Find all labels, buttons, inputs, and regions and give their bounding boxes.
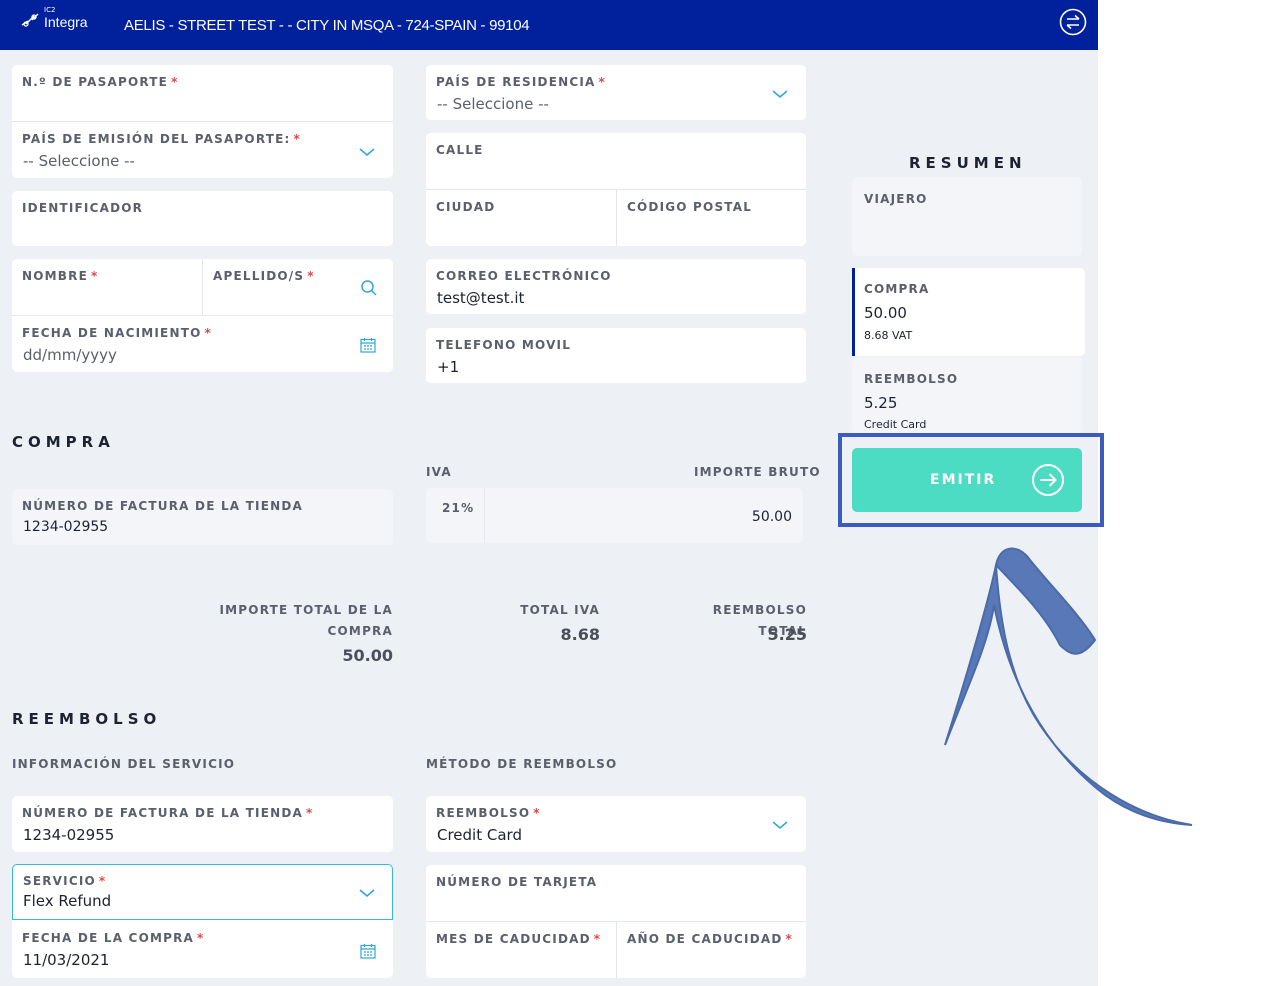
calendar-icon[interactable] [360,337,376,353]
card-details-card: NÚMERO DE TARJETA MES DE CADUCIDAD * AÑO … [426,865,806,978]
expiry-month-field[interactable]: MES DE CADUCIDAD * [426,922,616,978]
residence-country-select[interactable]: PAÍS DE RESIDENCIA * -- Seleccione -- [426,65,806,120]
chevron-down-icon [772,821,788,830]
summary-refund-method: Credit Card [864,418,927,431]
passport-card: N.º DE PASAPORTE * PAÍS DE EMISIÓN DEL PA… [12,65,393,178]
purchase-date-field[interactable]: FECHA DE LA COMPRA * 11/03/2021 [12,921,393,978]
logo-small-text: IC2 [44,6,56,14]
gross-amount-input[interactable]: 50.00 [485,488,803,543]
chevron-down-icon [772,90,788,99]
identifier-field[interactable]: IDENTIFICADOR [12,191,393,246]
refund-invoice-value: 1234-02955 [23,826,115,844]
city-field[interactable]: CIUDAD [426,190,616,246]
summary-refund-value: 5.25 [864,394,898,412]
card-number-label: NÚMERO DE TARJETA [436,875,598,889]
logo-name: Integra [44,14,88,30]
chevron-down-icon [359,148,375,157]
email-field[interactable]: CORREO ELECTRÓNICO test@test.it [426,259,806,314]
passport-number-label: N.º DE PASAPORTE * [22,75,179,89]
summary-purchase-vat: 8.68 VAT [864,329,913,342]
issuing-country-label: PAÍS DE EMISIÓN DEL PASAPORTE: * [22,132,301,146]
compra-invoice-label: NÚMERO DE FACTURA DE LA TIENDA [22,499,304,513]
total-purchase-label: IMPORTE TOTAL DE LA COMPRA [219,603,393,638]
chevron-down-icon [359,889,375,898]
name-card: NOMBRE * APELLIDO/S * FECHA DE NACIMIENTO *… [12,259,393,372]
surname-label: APELLIDO/S * [213,269,315,283]
compra-section-title: COMPRA [12,433,115,451]
address-card: CALLE CIUDAD CÓDIGO POSTAL [426,133,806,246]
phone-field[interactable]: TELEFONO MOVIL +1 [426,328,806,383]
email-label: CORREO ELECTRÓNICO [436,269,612,283]
total-refund-value: 5.25 [767,625,807,644]
street-label: CALLE [436,143,484,157]
logo-icon [21,13,39,27]
curved-arrow-annotation [944,547,1193,826]
total-iva-label: TOTAL IVA [520,603,600,617]
phone-value: +1 [437,358,460,376]
top-bar: IC2 Integra AELIS - STREET TEST - - CITY… [0,0,1098,50]
refund-invoice-label: NÚMERO DE FACTURA DE LA TIENDA * [22,806,314,820]
iva-rate-value: 21% [442,501,475,515]
service-card: SERVICIO * Flex Refund FECHA DE LA COMPRA… [12,864,393,978]
email-value: test@test.it [437,289,525,307]
refund-method-select[interactable]: REEMBOLSO * Credit Card [426,796,806,852]
refund-method-value: Credit Card [437,826,522,844]
page-title: AELIS - STREET TEST - - CITY IN MSQA - 7… [124,17,530,34]
service-select[interactable]: SERVICIO * Flex Refund [12,864,393,920]
card-number-field[interactable]: NÚMERO DE TARJETA [426,865,806,921]
residence-value: -- Seleccione -- [437,95,549,113]
logo: IC2 Integra [20,6,100,36]
first-name-field[interactable]: NOMBRE * [12,259,202,315]
gross-amount-column-header: IMPORTE BRUTO [694,465,821,479]
expiry-year-field[interactable]: AÑO DE CADUCIDAD * [617,922,806,978]
birthdate-placeholder: dd/mm/yyyy [23,346,117,364]
refund-method-title: MÉTODO DE REEMBOLSO [426,757,618,771]
compra-line-row: 21% 50.00 [426,488,803,543]
identifier-label: IDENTIFICADOR [22,201,144,215]
reembolso-section-title: REEMBOLSO [12,710,162,728]
birthdate-field[interactable]: FECHA DE NACIMIENTO * dd/mm/yyyy [12,316,393,372]
purchase-date-label: FECHA DE LA COMPRA * [22,931,205,945]
refund-method-label: REEMBOLSO * [436,806,541,820]
refund-invoice-field[interactable]: NÚMERO DE FACTURA DE LA TIENDA * 1234-029… [12,796,393,852]
summary-refund-label: REEMBOLSO [864,372,959,386]
gross-amount-value: 50.00 [751,509,792,525]
issuing-country-value: -- Seleccione -- [23,152,135,170]
compra-invoice-field[interactable]: NÚMERO DE FACTURA DE LA TIENDA 1234-0295… [12,489,393,545]
service-info-title: INFORMACIÓN DEL SERVICIO [12,757,236,771]
purchase-date-value: 11/03/2021 [23,951,110,969]
residence-label: PAÍS DE RESIDENCIA * [436,75,606,89]
passport-number-field[interactable]: N.º DE PASAPORTE * [12,65,393,121]
passport-issuing-country-select[interactable]: PAÍS DE EMISIÓN DEL PASAPORTE: * -- Selec… [12,122,393,178]
city-label: CIUDAD [436,200,496,214]
summary-purchase-value: 50.00 [864,304,907,322]
swap-icon[interactable] [1059,8,1087,36]
calendar-icon[interactable] [360,943,376,959]
compra-invoice-value: 1234-02955 [23,519,109,535]
street-field[interactable]: CALLE [426,133,806,189]
total-purchase-value: 50.00 [342,646,393,665]
service-label: SERVICIO * [23,874,107,888]
postal-code-label: CÓDIGO POSTAL [627,200,753,214]
expiry-year-label: AÑO DE CADUCIDAD * [627,932,794,946]
search-icon[interactable] [360,279,378,297]
total-iva-value: 8.68 [560,625,600,644]
summary-purchase-label: COMPRA [864,282,930,296]
postal-code-field[interactable]: CÓDIGO POSTAL [617,190,806,246]
first-name-label: NOMBRE * [22,269,99,283]
emit-highlight-box [838,433,1104,527]
iva-rate-select[interactable]: 21% [426,488,484,543]
summary-title: RESUMEN [909,154,1027,172]
iva-column-header: IVA [426,465,452,479]
birthdate-label: FECHA DE NACIMIENTO * [22,326,212,340]
summary-refund-card: REEMBOLSO 5.25 Credit Card [852,357,1082,434]
service-value: Flex Refund [23,892,112,910]
expiry-month-label: MES DE CADUCIDAD * [436,932,602,946]
summary-purchase-card: COMPRA 50.00 8.68 VAT [852,268,1085,356]
phone-label: TELEFONO MOVIL [436,338,572,352]
surname-field[interactable]: APELLIDO/S * [203,259,393,315]
summary-traveler-card: VIAJERO [852,177,1082,256]
summary-traveler-label: VIAJERO [864,192,928,206]
